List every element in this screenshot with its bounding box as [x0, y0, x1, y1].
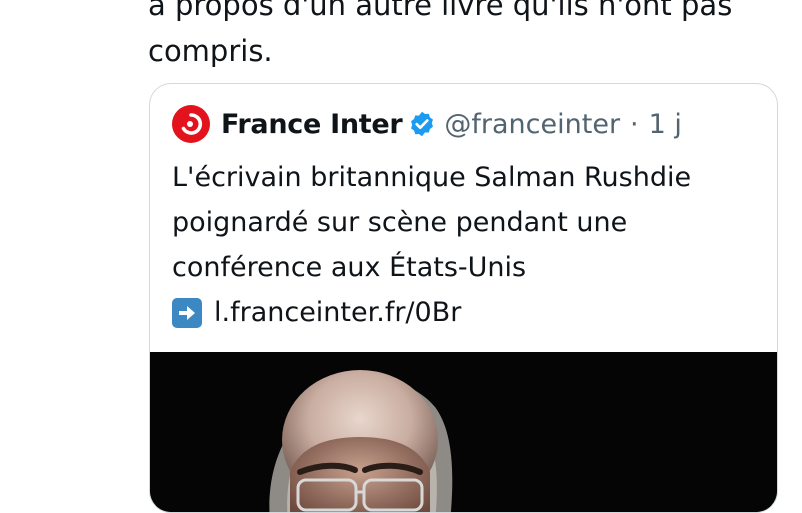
quoted-tweet-header: France Inter @franceinter · 1 j — [172, 104, 682, 144]
separator-dot: · — [630, 108, 639, 140]
tweet-text-line-1: à propos d'un autre livre qu'ils n'ont p… — [148, 0, 733, 22]
quoted-display-name[interactable]: France Inter — [221, 109, 403, 140]
quoted-link[interactable]: l.franceinter.fr/0Br — [214, 290, 461, 335]
quoted-handle[interactable]: @franceinter — [444, 109, 620, 140]
quoted-tweet-media-image[interactable] — [150, 352, 777, 512]
verified-badge-icon — [408, 110, 436, 138]
quoted-timestamp[interactable]: 1 j — [649, 109, 682, 140]
tweet-text-line-2: compris. — [148, 34, 273, 68]
quoted-text-line-2: poignardé sur scène pendant une — [172, 207, 628, 238]
tweet-text: à propos d'un autre livre qu'ils n'ont p… — [148, 0, 788, 74]
quoted-link-row: l.franceinter.fr/0Br — [172, 290, 762, 335]
france-inter-logo-icon[interactable] — [172, 105, 210, 143]
quoted-text-line-3: conférence aux États-Unis — [172, 252, 527, 283]
quoted-tweet-card[interactable]: France Inter @franceinter · 1 j L'écriva… — [149, 83, 778, 513]
quoted-text-line-1: L'écrivain britannique Salman Rushdie — [172, 162, 692, 193]
photo-portrait-illustration — [150, 352, 777, 512]
right-arrow-emoji-icon — [172, 297, 202, 328]
quoted-tweet-text: L'écrivain britannique Salman Rushdie po… — [172, 155, 762, 335]
